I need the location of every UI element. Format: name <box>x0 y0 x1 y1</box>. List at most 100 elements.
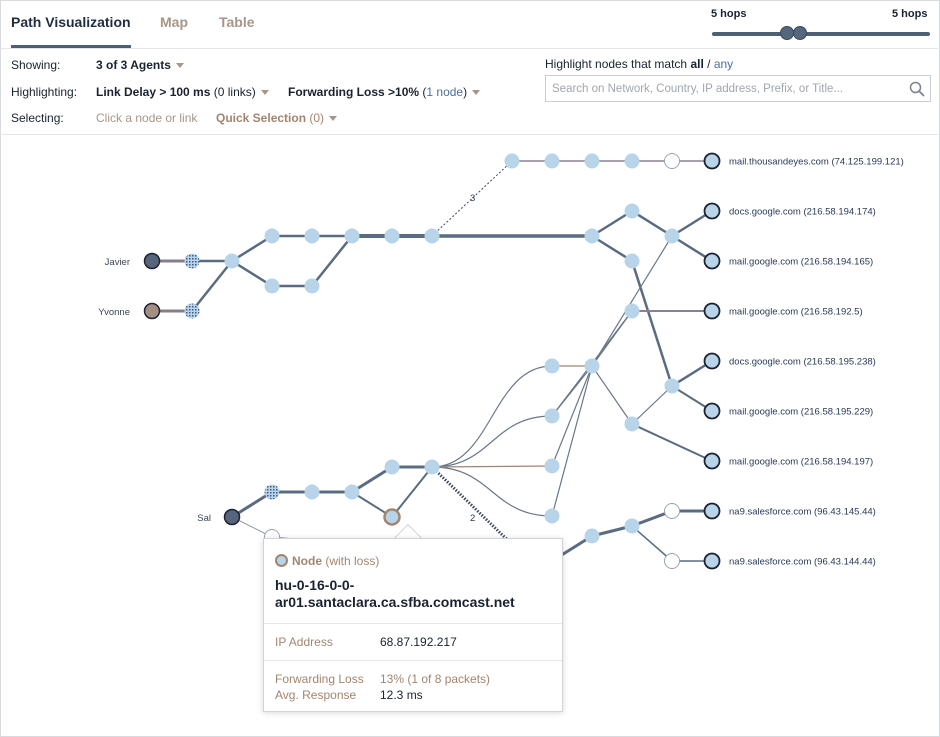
network-node[interactable] <box>624 416 640 432</box>
popup-loss-label: Forwarding Loss <box>275 672 364 686</box>
network-node[interactable] <box>664 378 680 394</box>
node-search-input[interactable] <box>546 76 896 101</box>
tab-path-visualization[interactable]: Path Visualization <box>11 14 131 30</box>
selecting-hint: Click a node or link <box>96 111 198 125</box>
network-node[interactable] <box>384 228 400 244</box>
link-delay-count: (0 links) <box>213 85 256 99</box>
chevron-down-icon <box>260 90 269 96</box>
agent-label: Yvonne <box>98 307 130 318</box>
network-node[interactable] <box>624 253 640 269</box>
network-node[interactable] <box>384 459 400 475</box>
network-node[interactable] <box>304 278 320 294</box>
unresponsive-node[interactable] <box>664 153 680 169</box>
chevron-down-icon <box>329 116 338 122</box>
network-node[interactable] <box>624 203 640 219</box>
network-node[interactable] <box>424 459 440 475</box>
destination-label: mail.google.com (216.58.195.229) <box>729 407 873 418</box>
network-node[interactable] <box>584 228 600 244</box>
forwarding-loss-filter[interactable]: Forwarding Loss >10% (1 node) <box>288 85 481 99</box>
agents-dropdown[interactable]: 3 of 3 Agents <box>96 58 184 72</box>
destination-node[interactable] <box>703 302 721 320</box>
unresponsive-node[interactable] <box>664 503 680 519</box>
path-link[interactable] <box>591 365 633 425</box>
link-delay-filter[interactable]: Link Delay > 100 ms (0 links) <box>96 85 269 99</box>
destination-node[interactable] <box>703 152 721 170</box>
network-node[interactable] <box>344 228 360 244</box>
network-node[interactable] <box>544 508 560 524</box>
agents-dropdown-value: 3 of 3 Agents <box>96 58 171 72</box>
nodes-layer <box>143 152 721 570</box>
network-node[interactable] <box>344 484 360 500</box>
path-link[interactable] <box>190 259 234 313</box>
network-node[interactable] <box>624 518 640 534</box>
network-node[interactable] <box>224 253 240 269</box>
search-icon[interactable] <box>908 80 926 98</box>
forwarding-loss-count-close: ) <box>463 85 468 99</box>
highlighting-label: Highlighting: <box>11 85 78 99</box>
network-node[interactable] <box>544 153 560 169</box>
path-link[interactable] <box>391 466 433 518</box>
unresponsive-node[interactable] <box>664 553 680 569</box>
network-node[interactable] <box>264 278 280 294</box>
destination-label: docs.google.com (216.58.194.174) <box>729 207 876 218</box>
network-node[interactable] <box>504 153 520 169</box>
path-link[interactable] <box>431 465 553 468</box>
destination-node[interactable] <box>703 552 721 570</box>
showing-label: Showing: <box>11 58 61 72</box>
agent-label: Sal <box>197 513 211 524</box>
popup-divider <box>264 623 562 624</box>
agent-hop-node[interactable] <box>264 484 280 500</box>
loss-node-selected[interactable] <box>383 508 401 526</box>
match-all-toggle[interactable]: all <box>690 57 703 71</box>
network-node[interactable] <box>584 528 600 544</box>
quick-selection-dropdown[interactable]: Quick Selection (0) <box>216 111 338 125</box>
hop-range-slider[interactable] <box>712 32 930 36</box>
hop-range-min-label: 5 hops <box>711 8 747 20</box>
hop-slider-handle-min[interactable] <box>780 26 794 40</box>
popup-loss-value: 13% (1 of 8 packets) <box>380 672 491 686</box>
agent-hop-node[interactable] <box>184 303 200 319</box>
hop-slider-handle-max[interactable] <box>793 26 807 40</box>
path-link[interactable] <box>310 234 354 288</box>
network-node[interactable] <box>544 408 560 424</box>
forwarding-loss-count[interactable]: 1 node <box>426 85 463 99</box>
destination-node[interactable] <box>703 352 721 370</box>
popup-ip-value: 68.87.192.217 <box>380 635 457 649</box>
destination-node[interactable] <box>703 402 721 420</box>
agent-node[interactable] <box>143 302 161 320</box>
tab-table[interactable]: Table <box>219 14 255 30</box>
tab-bar: Path Visualization Map Table 5 hops 5 ho… <box>0 0 940 49</box>
destination-node[interactable] <box>703 502 721 520</box>
network-node[interactable] <box>584 358 600 374</box>
network-node[interactable] <box>264 228 280 244</box>
destination-node[interactable] <box>703 252 721 270</box>
network-node[interactable] <box>584 153 600 169</box>
destination-node[interactable] <box>703 452 721 470</box>
agent-node[interactable] <box>143 252 161 270</box>
popup-divider <box>264 660 562 661</box>
network-node[interactable] <box>424 228 440 244</box>
hidden-hops-count: 2 <box>470 513 475 524</box>
path-link[interactable] <box>551 365 593 517</box>
tab-map[interactable]: Map <box>160 14 188 30</box>
network-node[interactable] <box>544 358 560 374</box>
network-node[interactable] <box>624 303 640 319</box>
agent-node[interactable] <box>223 508 241 526</box>
path-link[interactable] <box>431 365 553 468</box>
agent-hop-node[interactable] <box>184 253 200 269</box>
network-node[interactable] <box>624 153 640 169</box>
destination-node[interactable] <box>703 202 721 220</box>
destination-label: docs.google.com (216.58.195.238) <box>729 357 876 368</box>
network-node[interactable] <box>544 458 560 474</box>
network-node[interactable] <box>664 228 680 244</box>
popup-type-note: (with loss) <box>325 554 380 568</box>
destination-label: mail.google.com (216.58.192.5) <box>729 307 863 318</box>
path-link[interactable] <box>431 415 553 468</box>
path-link[interactable] <box>631 423 713 462</box>
path-link[interactable] <box>630 259 674 388</box>
match-any-toggle[interactable]: any <box>714 57 733 71</box>
network-node[interactable] <box>304 484 320 500</box>
path-link[interactable] <box>631 385 673 425</box>
path-link[interactable] <box>431 466 553 517</box>
network-node[interactable] <box>304 228 320 244</box>
